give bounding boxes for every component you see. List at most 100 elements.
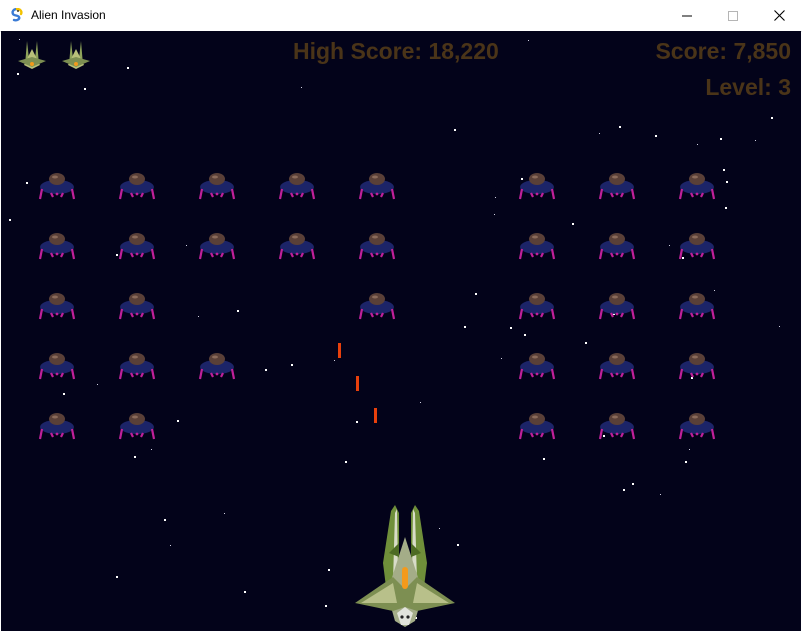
star [779,326,780,327]
star [151,449,152,450]
star [325,605,327,607]
score: Score: 7,850 [655,38,791,64]
alien-ship [598,413,636,440]
star [510,327,512,329]
star [599,133,600,134]
player-ship[interactable] [353,503,457,631]
level: Level: 3 [705,74,791,100]
alien-ship [198,233,236,260]
star [170,545,171,546]
alien-ship [358,233,396,260]
star [237,310,239,312]
alien-ship [598,233,636,260]
alien-ship [678,293,716,320]
star [689,449,690,450]
star [63,393,65,395]
title-bar[interactable]: Alien Invasion [0,0,802,32]
alien-ship [358,173,396,200]
star [685,461,687,463]
alien-ship [598,353,636,380]
star [726,181,728,183]
star [116,576,118,578]
star [475,293,477,295]
star [291,364,293,366]
alien-ship [38,353,76,380]
star [186,245,187,246]
close-icon [773,10,785,21]
star [723,169,725,171]
bullet [356,376,359,391]
star [494,214,495,215]
alien-ship [278,173,316,200]
star [356,421,358,423]
alien-ship [118,233,156,260]
star [164,519,166,521]
bullet [338,343,341,358]
star [585,342,587,344]
star [623,489,625,491]
star [725,207,727,209]
star [669,245,670,246]
alien-ship [518,233,556,260]
game-screen[interactable]: High Score: 18,220 Score: 7,850 Level: 3 [1,31,801,631]
star [224,513,225,514]
minimize-button[interactable] [664,0,710,31]
minimize-icon [682,15,692,16]
alien-ship [678,233,716,260]
alien-ship [118,353,156,380]
pygame-snake-icon [11,8,23,22]
bullet [374,408,377,423]
alien-ship [278,233,316,260]
star [632,483,634,485]
star [454,129,456,131]
star [84,88,86,90]
star [420,402,421,403]
alien-ship [598,293,636,320]
star [9,219,11,221]
alien-ship [678,353,716,380]
star [619,126,621,128]
remaining-life-ship-icon [18,41,46,69]
star [457,544,459,546]
game-window: Alien Invasion High Score: 18,220 Score:… [0,0,802,632]
star [572,223,574,225]
alien-ship [38,413,76,440]
alien-ship [598,173,636,200]
star [495,197,496,198]
star [501,358,502,359]
star [17,73,19,75]
star [134,456,136,458]
alien-ship [198,173,236,200]
alien-ship [678,413,716,440]
alien-ship [118,413,156,440]
alien-ship [518,293,556,320]
star [464,326,466,328]
star [97,384,98,385]
alien-ship [118,173,156,200]
alien-ship [38,173,76,200]
alien-ship [518,413,556,440]
alien-ship [38,233,76,260]
star [771,117,773,119]
alien-ship [518,173,556,200]
alien-ship [358,293,396,320]
star [127,67,129,69]
high-score: High Score: 18,220 [293,38,499,64]
close-button[interactable] [756,0,802,31]
star [328,569,330,571]
maximize-icon [728,10,738,21]
alien-ship [198,353,236,380]
star [655,135,657,137]
star [198,316,199,317]
maximize-button[interactable] [710,0,756,31]
star [26,182,28,184]
star [334,360,335,361]
star [528,40,529,41]
star [244,591,246,593]
star [720,138,722,140]
star [265,369,267,371]
star [543,458,545,460]
alien-ship [678,173,716,200]
alien-ship [518,353,556,380]
star [697,144,698,145]
